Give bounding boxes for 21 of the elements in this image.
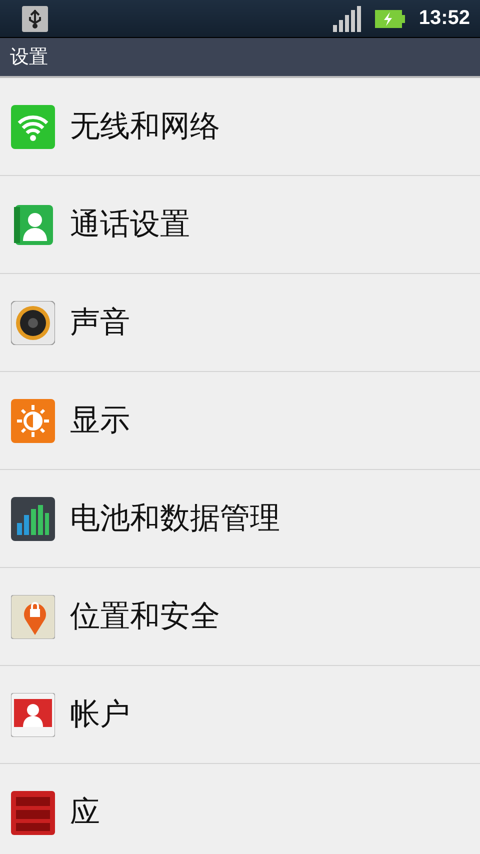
contact-card-icon: [11, 692, 55, 736]
settings-item[interactable]: 无线和网络: [0, 78, 480, 176]
grid-icon: [11, 790, 55, 834]
speaker-icon: [11, 300, 55, 344]
settings-item[interactable]: 声音: [0, 274, 480, 372]
map-pin-lock-icon: [11, 594, 55, 638]
settings-item[interactable]: 应: [0, 764, 480, 854]
bar-chart-icon: [11, 496, 55, 540]
clock: 13:52: [418, 7, 470, 30]
settings-item[interactable]: 显示: [0, 372, 480, 470]
wifi-icon: [11, 104, 55, 148]
settings-item[interactable]: 通话设置: [0, 176, 480, 274]
brightness-icon: [11, 398, 55, 442]
signal-icon: [332, 6, 361, 32]
phone-contact-icon: [11, 202, 55, 246]
settings-item[interactable]: 电池和数据管理: [0, 470, 480, 568]
usb-icon: [22, 6, 48, 32]
settings-item[interactable]: 帐户: [0, 666, 480, 764]
battery-charging-icon: [374, 10, 405, 28]
screen-title: 设置: [10, 45, 48, 70]
settings-item[interactable]: 位置和安全: [0, 568, 480, 666]
